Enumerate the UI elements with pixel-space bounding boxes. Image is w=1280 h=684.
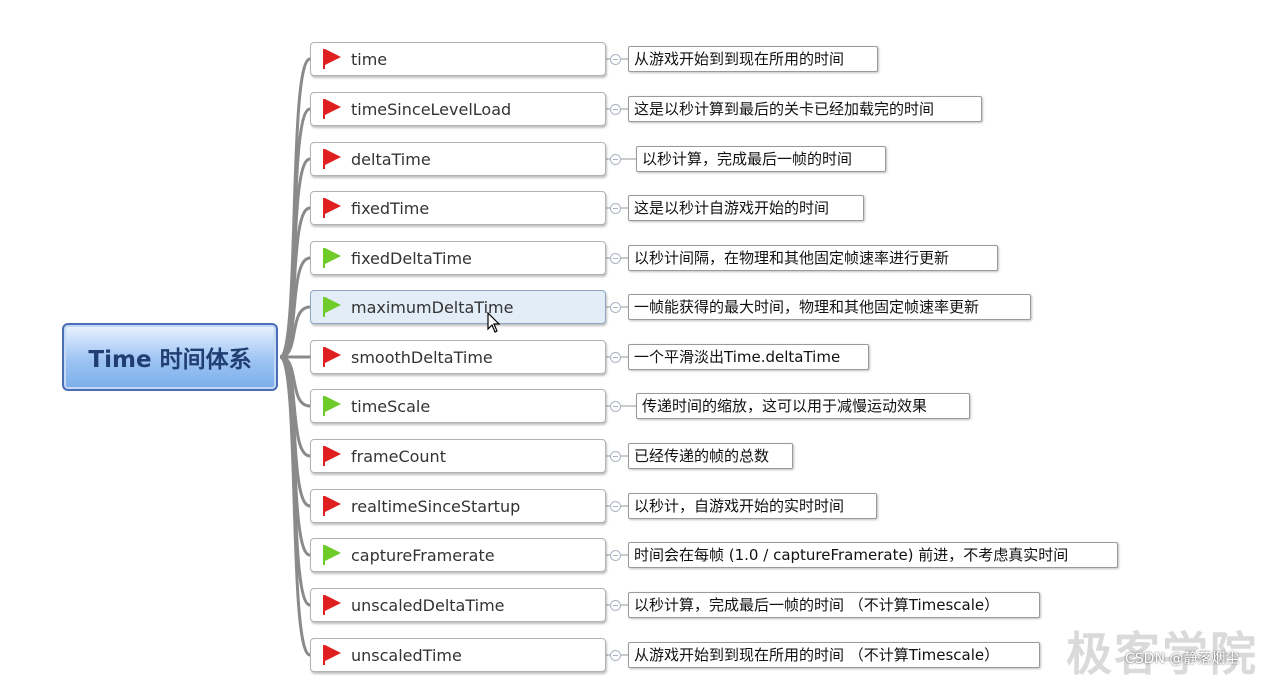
topic-node[interactable]: unscaledDeltaTime	[310, 588, 606, 622]
collapse-toggle-icon[interactable]	[610, 352, 621, 363]
description-box[interactable]: 从游戏开始到到现在所用的时间 （不计算Timescale）	[628, 642, 1040, 668]
description-box[interactable]: 传递时间的缩放，这可以用于减慢运动效果	[636, 393, 970, 419]
collapse-toggle-icon[interactable]	[610, 104, 621, 115]
description-box[interactable]: 这是以秒计自游戏开始的时间	[628, 195, 864, 221]
topic-label: unscaledTime	[351, 645, 462, 665]
green-flag-icon	[321, 395, 343, 417]
mouse-cursor-icon	[487, 312, 501, 333]
green-flag-icon	[321, 247, 343, 269]
topic-label: realtimeSinceStartup	[351, 496, 521, 516]
topic-node[interactable]: time	[310, 42, 606, 76]
topic-label: fixedTime	[351, 198, 430, 218]
red-flag-icon	[321, 346, 343, 368]
topic-node[interactable]: fixedDeltaTime	[310, 241, 606, 275]
collapse-toggle-icon[interactable]	[610, 550, 621, 561]
collapse-toggle-icon[interactable]	[610, 54, 621, 65]
description-box[interactable]: 时间会在每帧 (1.0 / captureFramerate) 前进，不考虑真实…	[628, 542, 1118, 568]
topic-label: time	[351, 49, 388, 69]
red-flag-icon	[321, 148, 343, 170]
topic-label: smoothDeltaTime	[351, 347, 493, 367]
topic-label: timeSinceLevelLoad	[351, 99, 512, 119]
green-flag-icon	[321, 544, 343, 566]
topic-node[interactable]: frameCount	[310, 439, 606, 473]
topic-node[interactable]: deltaTime	[310, 142, 606, 176]
topic-label: captureFramerate	[351, 545, 495, 565]
description-box[interactable]: 以秒计算，完成最后一帧的时间	[636, 146, 886, 172]
description-box[interactable]: 以秒计，自游戏开始的实时时间	[628, 493, 877, 519]
topic-node[interactable]: captureFramerate	[310, 538, 606, 572]
green-flag-icon	[321, 296, 343, 318]
collapse-toggle-icon[interactable]	[610, 600, 621, 611]
red-flag-icon	[321, 98, 343, 120]
topic-node[interactable]: realtimeSinceStartup	[310, 489, 606, 523]
description-box[interactable]: 一个平滑淡出Time.deltaTime	[628, 344, 869, 370]
topic-label: unscaledDeltaTime	[351, 595, 505, 615]
collapse-toggle-icon[interactable]	[610, 154, 621, 165]
description-box[interactable]: 以秒计算，完成最后一帧的时间 （不计算Timescale）	[628, 592, 1040, 618]
collapse-toggle-icon[interactable]	[610, 302, 621, 313]
description-box[interactable]: 这是以秒计算到最后的关卡已经加载完的时间	[628, 96, 982, 122]
topic-label: deltaTime	[351, 149, 431, 169]
collapse-toggle-icon[interactable]	[610, 203, 621, 214]
collapse-toggle-icon[interactable]	[610, 501, 621, 512]
description-box[interactable]: 以秒计间隔，在物理和其他固定帧速率进行更新	[628, 245, 998, 271]
topic-node[interactable]: smoothDeltaTime	[310, 340, 606, 374]
collapse-toggle-icon[interactable]	[610, 401, 621, 412]
red-flag-icon	[321, 48, 343, 70]
credit-text: CSDN @静落烟尘	[1125, 651, 1240, 667]
topic-node[interactable]: fixedTime	[310, 191, 606, 225]
description-box[interactable]: 一帧能获得的最大时间，物理和其他固定帧速率更新	[628, 294, 1031, 320]
topic-node[interactable]: maximumDeltaTime	[310, 290, 606, 324]
topic-node[interactable]: timeScale	[310, 389, 606, 423]
red-flag-icon	[321, 197, 343, 219]
topic-label: timeScale	[351, 396, 431, 416]
root-topic[interactable]: Time 时间体系	[62, 323, 278, 391]
collapse-toggle-icon[interactable]	[610, 451, 621, 462]
topic-label: fixedDeltaTime	[351, 248, 472, 268]
red-flag-icon	[321, 445, 343, 467]
topic-node[interactable]: timeSinceLevelLoad	[310, 92, 606, 126]
description-box[interactable]: 从游戏开始到到现在所用的时间	[628, 46, 878, 72]
collapse-toggle-icon[interactable]	[610, 253, 621, 264]
description-box[interactable]: 已经传递的帧的总数	[628, 443, 793, 469]
topic-label: frameCount	[351, 446, 446, 466]
root-title: Time 时间体系	[88, 347, 252, 373]
topic-node[interactable]: unscaledTime	[310, 638, 606, 672]
red-flag-icon	[321, 495, 343, 517]
collapse-toggle-icon[interactable]	[610, 650, 621, 661]
red-flag-icon	[321, 644, 343, 666]
red-flag-icon	[321, 594, 343, 616]
